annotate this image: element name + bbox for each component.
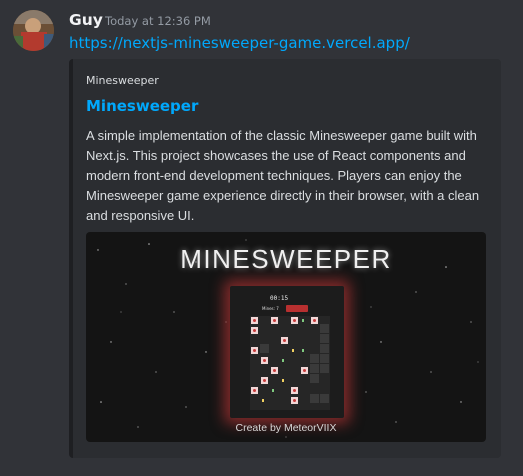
embed-image[interactable]: MINESWEEPER 00:15 Mines: 7 Create by Met… bbox=[86, 232, 486, 442]
image-headline: MINESWEEPER bbox=[180, 244, 392, 274]
avatar-image bbox=[13, 10, 54, 51]
message-timestamp: Today at 12:36 PM bbox=[105, 14, 211, 28]
message-link[interactable]: https://nextjs-minesweeper-game.vercel.a… bbox=[69, 33, 410, 53]
minefield-grid bbox=[250, 316, 330, 410]
mines-counter: Mines: 7 bbox=[262, 306, 279, 311]
embed-title-link[interactable]: Minesweeper bbox=[86, 96, 198, 116]
user-avatar[interactable] bbox=[13, 10, 54, 51]
game-mode-button bbox=[286, 305, 308, 312]
embed-provider: Minesweeper bbox=[86, 74, 159, 87]
image-credit: Create by MeteorVIIX bbox=[235, 422, 337, 434]
game-timer: 00:15 bbox=[270, 295, 289, 302]
game-board-preview: 00:15 Mines: 7 bbox=[230, 286, 344, 418]
embed-description: A simple implementation of the classic M… bbox=[86, 128, 480, 223]
chat-message: Guy Today at 12:36 PM https://nextjs-min… bbox=[0, 0, 523, 476]
username[interactable]: Guy bbox=[69, 10, 103, 30]
link-embed: Minesweeper Minesweeper A simple impleme… bbox=[69, 59, 501, 458]
